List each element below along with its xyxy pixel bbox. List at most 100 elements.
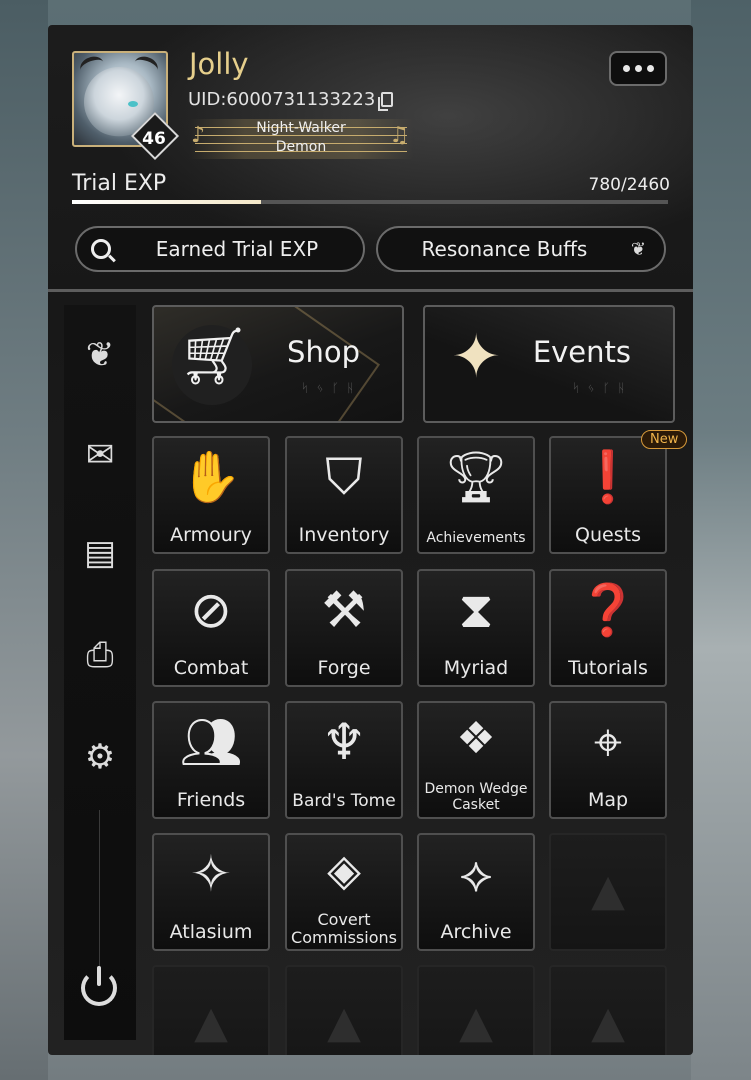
- events-runes: ᛋᛃᚴᚺ: [572, 381, 633, 395]
- map-pin-icon: ⌖: [593, 713, 623, 771]
- inventory-label: Inventory: [298, 524, 390, 546]
- combat-label: Combat: [173, 657, 249, 679]
- empty-slot-icon: ▲: [591, 865, 625, 916]
- trial-exp-bar-fill: [72, 200, 261, 204]
- trial-exp-bar: [72, 200, 668, 204]
- new-badge: New: [641, 430, 688, 449]
- player-title-line2: Demon: [275, 139, 327, 155]
- mail-icon[interactable]: ✉: [64, 435, 136, 475]
- myriad-label: Myriad: [443, 657, 509, 679]
- forge-button[interactable]: ⚒ Forge: [285, 569, 403, 687]
- empty-slot-icon: ▲: [591, 997, 625, 1048]
- bards-tome-label: Bard's Tome: [292, 791, 396, 811]
- quest-scroll-icon: ❗: [576, 448, 640, 506]
- earned-trial-exp-button[interactable]: Earned Trial EXP: [75, 226, 365, 272]
- empty-slot: ▲: [152, 965, 270, 1055]
- anvil-icon: ⚒: [321, 581, 367, 639]
- background-right: [691, 0, 751, 1080]
- inventory-bag-icon: ⛉: [325, 448, 363, 506]
- shop-label: Shop: [287, 335, 360, 369]
- quests-label: Quests: [575, 524, 641, 546]
- uid-row: UID:6000731133223: [188, 89, 394, 111]
- resonance-buffs-label: Resonance Buffs: [421, 237, 588, 261]
- empty-slot-icon: ▲: [459, 997, 493, 1048]
- inventory-button[interactable]: ⛉ Inventory: [285, 436, 403, 554]
- lyre-icon: ♆: [321, 713, 367, 771]
- events-button[interactable]: ✦ Events ᛋᛃᚴᚺ: [423, 305, 675, 423]
- tutorial-book-icon: ❓: [576, 581, 640, 639]
- background-left: [0, 0, 48, 1080]
- power-icon[interactable]: [81, 966, 117, 1006]
- archive-icon: ⟡: [459, 845, 493, 903]
- player-uid: UID:6000731133223: [188, 89, 376, 110]
- events-star-icon: ✦: [451, 322, 502, 392]
- quests-button[interactable]: ❗ Quests: [549, 436, 667, 554]
- friends-icon: 👥︎: [179, 713, 243, 771]
- friends-label: Friends: [176, 789, 246, 811]
- player-avatar[interactable]: 46: [72, 51, 180, 161]
- cart-icon: 🛒︎: [178, 324, 250, 389]
- combat-button[interactable]: ⊘ Combat: [152, 569, 270, 687]
- menu-panel: 46 Jolly UID:6000731133223 ♪ ♫ Night-Wal…: [48, 25, 693, 1055]
- armoury-button[interactable]: ✋ Armoury: [152, 436, 270, 554]
- achievements-label: Achievements: [426, 530, 526, 546]
- lotus-icon[interactable]: ❦: [64, 335, 136, 375]
- friends-button[interactable]: 👥︎ Friends: [152, 701, 270, 819]
- shop-runes: ᛋᛃᚴᚺ: [301, 381, 362, 395]
- armoury-claw-icon: ✋: [179, 448, 243, 506]
- covert-commissions-button[interactable]: ◈ Covert Commissions: [285, 833, 403, 951]
- empty-slot: ▲: [285, 965, 403, 1055]
- atlasium-label: Atlasium: [169, 921, 253, 943]
- achievements-button[interactable]: 🏆︎ Achievements: [417, 436, 535, 554]
- archive-label: Archive: [440, 921, 512, 943]
- events-label: Events: [532, 335, 631, 369]
- player-title-line1: Night-Walker: [256, 120, 346, 136]
- search-icon: [91, 239, 111, 259]
- more-options-button[interactable]: [609, 51, 667, 86]
- tutorials-button[interactable]: ❓ Tutorials: [549, 569, 667, 687]
- resonance-buffs-button[interactable]: Resonance Buffs ❦: [376, 226, 666, 272]
- sidebar-divider: [99, 810, 100, 970]
- badge-icon[interactable]: ▤: [64, 533, 136, 573]
- copy-icon[interactable]: [378, 92, 394, 111]
- empty-slot: ▲: [549, 833, 667, 951]
- player-title-plate: ♪ ♫ Night-Walker Demon: [189, 119, 413, 159]
- player-name: Jolly: [189, 47, 249, 81]
- gear-icon[interactable]: ⚙: [64, 737, 136, 777]
- empty-slot: ▲: [549, 965, 667, 1055]
- avatar-eye: [128, 101, 138, 107]
- camera-icon[interactable]: ⎙: [64, 635, 136, 675]
- lotus-icon: ❦: [630, 238, 646, 260]
- more-dot-icon: [646, 65, 654, 72]
- combat-sword-icon: ⊘: [190, 581, 232, 639]
- atlasium-button[interactable]: ✧ Atlasium: [152, 833, 270, 951]
- divider: [48, 289, 693, 292]
- atlasium-book-icon: ✧: [190, 845, 232, 903]
- sidebar: ❦ ✉ ▤ ⎙ ⚙: [64, 305, 136, 1040]
- trial-exp-value: 780/2460: [588, 175, 670, 195]
- more-dot-icon: [622, 65, 630, 72]
- empty-slot-icon: ▲: [327, 997, 361, 1048]
- demon-wedge-casket-button[interactable]: ❖ Demon Wedge Casket: [417, 701, 535, 819]
- trial-exp-label: Trial EXP: [72, 171, 167, 196]
- myriad-hourglass-icon: ⧗: [458, 581, 494, 639]
- shop-button[interactable]: 🛒︎ Shop ᛋᛃᚴᚺ: [152, 305, 404, 423]
- covert-commissions-label: Covert Commissions: [291, 910, 397, 947]
- demon-wedge-casket-label: Demon Wedge Casket: [424, 781, 528, 813]
- myriad-button[interactable]: ⧗ Myriad: [417, 569, 535, 687]
- archive-button[interactable]: ⟡ Archive: [417, 833, 535, 951]
- bards-tome-button[interactable]: ♆ Bard's Tome: [285, 701, 403, 819]
- trophy-icon: 🏆︎: [444, 448, 508, 506]
- empty-slot: ▲: [417, 965, 535, 1055]
- armoury-label: Armoury: [170, 524, 252, 546]
- player-level: 46: [142, 129, 166, 149]
- earned-trial-exp-label: Earned Trial EXP: [155, 237, 319, 261]
- map-label: Map: [587, 789, 629, 811]
- more-dot-icon: [634, 65, 642, 72]
- tutorials-label: Tutorials: [568, 657, 648, 679]
- covert-eye-icon: ◈: [327, 845, 361, 896]
- forge-label: Forge: [317, 657, 371, 679]
- empty-slot-icon: ▲: [194, 997, 228, 1048]
- casket-icon: ❖: [456, 713, 496, 764]
- map-button[interactable]: ⌖ Map: [549, 701, 667, 819]
